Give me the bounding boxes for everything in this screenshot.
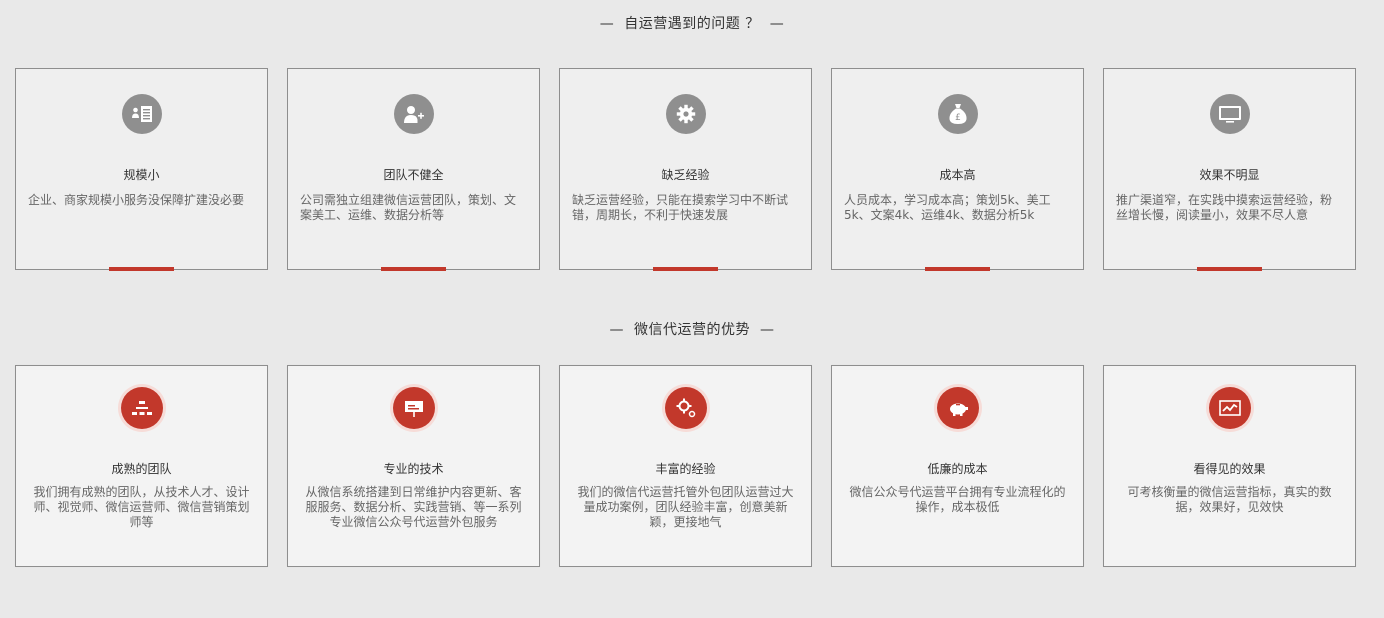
- problem-card-small-scale: 规模小 企业、商家规模小服务没保障扩建没必要: [15, 68, 268, 271]
- card-description: 微信公众号代运营平台拥有专业流程化的操作，成本极低: [849, 485, 1066, 514]
- id-card-icon: [121, 94, 162, 134]
- card-title: 成熟的团队: [111, 462, 172, 476]
- piggy-bank-icon: [936, 387, 979, 429]
- card-title: 低廉的成本: [927, 462, 988, 476]
- advantage-card-rich-experience: 丰富的经验 我们的微信代运营托管外包团队运营过大量成功案例，团队经验丰富，创意美…: [559, 365, 812, 567]
- section-title-text: 自运营遇到的问题 ？: [624, 16, 760, 32]
- section-title-advantages: — 微信代运营的优势 —: [0, 319, 1384, 339]
- problem-card-incomplete-team: 团队不健全 公司需独立组建微信运营团队，策划、文案美工、运维、数据分析等: [287, 68, 540, 271]
- accent-bar: [653, 267, 718, 271]
- accent-bar: [925, 267, 990, 271]
- section-title-problems: — 自运营遇到的问题 ？ —: [0, 13, 1384, 33]
- title-dash-right: —: [760, 322, 775, 338]
- card-description: 公司需独立组建微信运营团队，策划、文案美工、运维、数据分析等: [300, 193, 517, 222]
- card-title: 成本高: [939, 168, 976, 182]
- advantage-card-professional-tech: 专业的技术 从微信系统搭建到日常维护内容更新、客服服务、数据分析、实践营销、等一…: [287, 365, 540, 567]
- advantage-card-mature-team: 成熟的团队 我们拥有成熟的团队，从技术人才、设计师、视觉师、微信运营师、微信营销…: [15, 365, 268, 567]
- problem-card-lack-experience: 缺乏经验 缺乏运营经验，只能在摸索学习中不断试错，周期长，不利于快速发展: [559, 68, 812, 271]
- card-title: 团队不健全: [383, 168, 444, 182]
- problem-card-high-cost: £ 成本高 人员成本，学习成本高；策划5k、美工5k、文案4k、运维4k、数据分…: [831, 68, 1084, 271]
- card-title: 规模小: [123, 168, 160, 182]
- advantages-row: 成熟的团队 我们拥有成熟的团队，从技术人才、设计师、视觉师、微信运营师、微信营销…: [15, 365, 1356, 567]
- card-description: 缺乏运营经验，只能在摸索学习中不断试错，周期长，不利于快速发展: [572, 193, 789, 222]
- card-title: 丰富的经验: [655, 462, 716, 476]
- card-description: 从微信系统搭建到日常维护内容更新、客服服务、数据分析、实践营销、等一系列专业微信…: [305, 485, 522, 529]
- monitor-icon: [1209, 94, 1250, 134]
- title-dash-left: —: [609, 322, 624, 338]
- card-title: 专业的技术: [383, 462, 444, 476]
- trend-chart-icon: [1208, 387, 1251, 429]
- card-description: 推广渠道窄，在实践中摸索运营经验，粉丝增长慢，阅读量小，效果不尽人意: [1116, 193, 1333, 222]
- card-description: 我们拥有成熟的团队，从技术人才、设计师、视觉师、微信运营师、微信营销策划师等: [33, 485, 250, 529]
- svg-text:£: £: [955, 113, 961, 123]
- gear-icon: [665, 94, 706, 134]
- problems-row: 规模小 企业、商家规模小服务没保障扩建没必要 团队不健全 公司需独立组建微信运营…: [15, 68, 1356, 271]
- title-dash-left: —: [599, 16, 615, 32]
- accent-bar: [381, 267, 446, 271]
- presentation-board-icon: [392, 387, 435, 429]
- card-description: 企业、商家规模小服务没保障扩建没必要: [28, 193, 245, 207]
- advantage-card-low-cost: 低廉的成本 微信公众号代运营平台拥有专业流程化的操作，成本极低: [831, 365, 1084, 567]
- problem-card-poor-results: 效果不明显 推广渠道窄，在实践中摸索运营经验，粉丝增长慢，阅读量小，效果不尽人意: [1103, 68, 1356, 271]
- advantage-card-visible-results: 看得见的效果 可考核衡量的微信运营指标，真实的数据，效果好，见效快: [1103, 365, 1356, 567]
- card-title: 效果不明显: [1199, 168, 1260, 182]
- gears-icon: [664, 387, 707, 429]
- money-bag-icon: £: [937, 94, 978, 134]
- add-user-icon: [393, 94, 434, 134]
- card-description: 我们的微信代运营托管外包团队运营过大量成功案例，团队经验丰富，创意美新颖，更接地…: [577, 485, 794, 529]
- accent-bar: [1197, 267, 1262, 271]
- card-title: 看得见的效果: [1193, 462, 1266, 476]
- card-description: 人员成本，学习成本高；策划5k、美工5k、文案4k、运维4k、数据分析5k: [844, 193, 1051, 222]
- card-title: 缺乏经验: [661, 168, 710, 182]
- section-title-text: 微信代运营的优势: [634, 322, 750, 338]
- title-dash-right: —: [769, 16, 785, 32]
- accent-bar: [109, 267, 174, 271]
- org-chart-icon: [120, 387, 163, 429]
- card-description: 可考核衡量的微信运营指标，真实的数据，效果好，见效快: [1127, 485, 1332, 514]
